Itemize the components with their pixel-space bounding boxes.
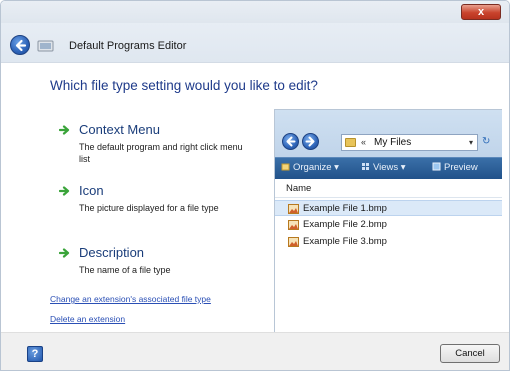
- program-icon: [37, 40, 54, 52]
- page-question: Which file type setting would you like t…: [50, 78, 318, 93]
- organize-menu: Organize ▾: [281, 162, 339, 173]
- close-button[interactable]: x: [461, 4, 501, 20]
- address-path: My Files: [374, 137, 412, 148]
- window-title: Default Programs Editor: [69, 40, 187, 52]
- preview-address-bar: « My Files ▾: [341, 134, 478, 151]
- preview-icon: [432, 162, 441, 171]
- main-content: Which file type setting would you like t…: [1, 64, 509, 335]
- organize-icon: [281, 163, 290, 171]
- option-title: Icon: [79, 183, 104, 198]
- navigation-bar: Default Programs Editor: [1, 23, 509, 63]
- back-arrow-icon: [286, 136, 296, 147]
- explorer-preview-image: « My Files ▾ ↻ Organize ▾ Views ▾ Previe…: [274, 109, 502, 335]
- preview-menu: Preview: [432, 162, 478, 173]
- folder-icon: [345, 138, 356, 147]
- default-programs-editor-window: x Default Programs Editor Which file typ…: [0, 0, 510, 371]
- green-arrow-icon: [59, 125, 70, 135]
- image-file-icon: [288, 204, 299, 214]
- views-menu: Views ▾: [361, 162, 406, 173]
- delete-extension-link[interactable]: Delete an extension: [50, 314, 125, 324]
- file-name: Example File 3.bmp: [303, 236, 387, 247]
- back-button[interactable]: [10, 35, 30, 55]
- cancel-button[interactable]: Cancel: [440, 344, 500, 363]
- organize-label: Organize ▾: [293, 162, 339, 173]
- preview-back-button: [282, 133, 299, 150]
- option-title: Description: [79, 245, 145, 260]
- preview-toolbar: Organize ▾ Views ▾ Preview: [275, 157, 502, 179]
- refresh-icon: ↻: [482, 136, 491, 147]
- column-header-name: Name: [275, 180, 502, 198]
- green-arrow-icon: [59, 248, 70, 258]
- file-row: Example File 3.bmp: [275, 234, 502, 250]
- preview-label: Preview: [444, 162, 478, 173]
- title-bar: x: [1, 1, 509, 23]
- address-chevron: «: [361, 137, 367, 147]
- option-title: Context Menu: [79, 122, 160, 137]
- file-row: Example File 1.bmp: [275, 200, 502, 216]
- file-name: Example File 2.bmp: [303, 219, 387, 230]
- views-icon: [362, 163, 369, 170]
- file-name: Example File 1.bmp: [303, 203, 387, 214]
- option-description: The picture displayed for a file type: [79, 203, 219, 213]
- option-description: The default program and right click menu…: [79, 142, 243, 164]
- dialog-footer: ? Cancel: [1, 332, 509, 370]
- forward-arrow-icon: [305, 136, 315, 147]
- views-label: Views ▾: [373, 162, 406, 173]
- change-extension-link[interactable]: Change an extension's associated file ty…: [50, 294, 211, 304]
- file-row: Example File 2.bmp: [275, 217, 502, 233]
- image-file-icon: [288, 220, 299, 230]
- help-icon[interactable]: ?: [27, 346, 43, 362]
- preview-forward-button: [302, 133, 319, 150]
- preview-navigation: « My Files ▾ ↻: [275, 110, 502, 157]
- option-description-text: The name of a file type: [79, 265, 171, 275]
- address-dropdown-icon: ▾: [468, 138, 473, 147]
- green-arrow-icon: [59, 186, 70, 196]
- back-arrow-icon: [15, 39, 27, 52]
- image-file-icon: [288, 237, 299, 247]
